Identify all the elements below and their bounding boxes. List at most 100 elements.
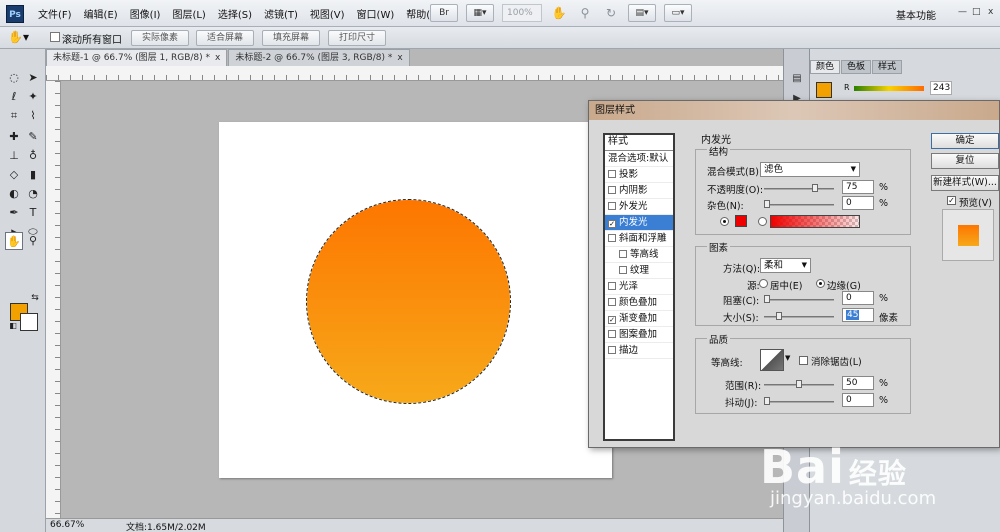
ok-button[interactable]: 确定: [931, 133, 999, 149]
eraser-icon[interactable]: ◇: [5, 166, 23, 184]
style-item[interactable]: 投影: [605, 167, 673, 183]
history-panel-icon[interactable]: ▤: [789, 71, 805, 87]
marquee-icon[interactable]: ◌: [5, 69, 23, 87]
minimize-button[interactable]: —: [958, 7, 967, 17]
technique-select[interactable]: 柔和 ▼: [760, 258, 811, 273]
tab-color[interactable]: 颜色: [810, 60, 841, 74]
style-item-checkbox[interactable]: ✓: [608, 220, 616, 228]
red-channel-value[interactable]: 243: [930, 81, 952, 95]
close-icon[interactable]: x: [397, 53, 402, 63]
choke-thumb[interactable]: [764, 295, 770, 303]
opacity-slider[interactable]: [764, 184, 834, 192]
gradient-radio[interactable]: [758, 217, 767, 226]
opacity-thumb[interactable]: [812, 184, 818, 192]
styles-header[interactable]: 样式: [605, 135, 673, 151]
size-thumb[interactable]: [775, 312, 782, 320]
glow-gradient-picker[interactable]: [770, 215, 860, 228]
noise-input[interactable]: 0: [842, 196, 874, 210]
blur-icon[interactable]: ◐: [5, 185, 23, 203]
jitter-slider[interactable]: [764, 397, 834, 405]
style-item[interactable]: 纹理: [605, 263, 673, 279]
zoom-select[interactable]: 100%: [502, 4, 542, 22]
noise-thumb[interactable]: [764, 200, 770, 208]
range-thumb[interactable]: [796, 380, 802, 388]
rotate-view-icon[interactable]: ↻: [602, 4, 620, 22]
dodge-icon[interactable]: ◔: [24, 185, 42, 203]
menu-view[interactable]: 视图(V): [310, 6, 345, 21]
menu-filter[interactable]: 滤镜(T): [264, 6, 298, 21]
zoom-tool-icon[interactable]: ⚲: [24, 232, 42, 250]
contour-picker[interactable]: [760, 349, 784, 371]
style-item-checkbox[interactable]: [608, 298, 616, 306]
reset-button[interactable]: 复位: [931, 153, 999, 169]
extras-button[interactable]: ▦▾: [466, 4, 494, 22]
panel-color-swatch[interactable]: [816, 82, 832, 98]
size-slider[interactable]: [764, 312, 834, 320]
style-item-checkbox[interactable]: [619, 250, 627, 258]
crop-icon[interactable]: ⌗: [5, 107, 23, 125]
zoom-level[interactable]: 66.67%: [50, 520, 84, 530]
style-item[interactable]: 颜色叠加: [605, 295, 673, 311]
style-item-checkbox[interactable]: [608, 170, 616, 178]
menu-layer[interactable]: 图层(L): [172, 6, 205, 21]
hand-icon[interactable]: ✋: [5, 232, 23, 250]
tab-document-1[interactable]: 未标题-1 @ 66.7% (图层 1, RGB/8) * x: [46, 49, 228, 66]
style-item[interactable]: 描边: [605, 343, 673, 359]
style-item[interactable]: ✓ 内发光: [605, 215, 673, 231]
workspace-switcher[interactable]: 基本功能: [896, 7, 936, 22]
style-item-checkbox[interactable]: [619, 266, 627, 274]
size-input[interactable]: 45: [842, 308, 874, 322]
choke-slider[interactable]: [764, 295, 834, 303]
anti-aliased-checkbox[interactable]: [799, 356, 808, 365]
blending-options-item[interactable]: 混合选项:默认: [605, 151, 673, 167]
pen-icon[interactable]: ✒: [5, 204, 23, 222]
scroll-all-windows-checkbox[interactable]: [50, 32, 60, 42]
style-item[interactable]: 外发光: [605, 199, 673, 215]
hand-tool-icon[interactable]: ✋▾: [8, 30, 29, 44]
actual-pixels-button[interactable]: 实际像素: [131, 30, 189, 46]
zoom-icon[interactable]: ⚲: [576, 4, 594, 22]
default-colors-icon[interactable]: ◧: [4, 317, 22, 335]
preview-checkbox[interactable]: ✓: [947, 196, 956, 205]
style-item[interactable]: 光泽: [605, 279, 673, 295]
style-item-checkbox[interactable]: [608, 234, 616, 242]
close-icon[interactable]: x: [215, 53, 220, 63]
menu-edit[interactable]: 编辑(E): [84, 6, 118, 21]
print-size-button[interactable]: 打印尺寸: [328, 30, 386, 46]
menu-window[interactable]: 窗口(W): [357, 6, 395, 21]
style-item-checkbox[interactable]: ✓: [608, 316, 616, 324]
arrange-documents-button[interactable]: ▤▾: [628, 4, 656, 22]
style-item-checkbox[interactable]: [608, 202, 616, 210]
bridge-button[interactable]: Br: [430, 4, 458, 22]
red-channel-slider[interactable]: [854, 86, 924, 91]
menu-file[interactable]: 文件(F): [38, 6, 72, 21]
close-button[interactable]: x: [988, 7, 993, 17]
range-input[interactable]: 50: [842, 376, 874, 390]
solid-color-radio[interactable]: [720, 217, 729, 226]
clone-stamp-icon[interactable]: ⊥: [5, 147, 23, 165]
magic-wand-icon[interactable]: ✦: [24, 88, 42, 106]
chevron-down-icon[interactable]: ▼: [785, 354, 790, 362]
new-style-button[interactable]: 新建样式(W)...: [931, 175, 999, 191]
document-canvas[interactable]: [219, 122, 612, 478]
eyedropper-icon[interactable]: ⌇: [24, 107, 42, 125]
menu-select[interactable]: 选择(S): [218, 6, 252, 21]
background-color-swatch[interactable]: [20, 313, 38, 331]
menu-image[interactable]: 图像(I): [130, 6, 161, 21]
noise-slider[interactable]: [764, 200, 834, 208]
source-edge-radio[interactable]: [816, 279, 825, 288]
style-item-checkbox[interactable]: [608, 346, 616, 354]
style-item-checkbox[interactable]: [608, 330, 616, 338]
swap-colors-icon[interactable]: ⇆: [26, 289, 44, 307]
blend-mode-select[interactable]: 滤色 ▼: [760, 162, 860, 177]
gradient-icon[interactable]: ▮: [24, 166, 42, 184]
lasso-icon[interactable]: ℓ: [5, 88, 23, 106]
style-item-checkbox[interactable]: [608, 282, 616, 290]
range-slider[interactable]: [764, 380, 834, 388]
fill-screen-button[interactable]: 填充屏幕: [262, 30, 320, 46]
tab-swatches[interactable]: 色板: [841, 60, 872, 74]
brush-icon[interactable]: ✎: [24, 128, 42, 146]
glow-color-swatch[interactable]: [735, 215, 747, 227]
screen-mode-button[interactable]: ▭▾: [664, 4, 692, 22]
style-item[interactable]: 图案叠加: [605, 327, 673, 343]
